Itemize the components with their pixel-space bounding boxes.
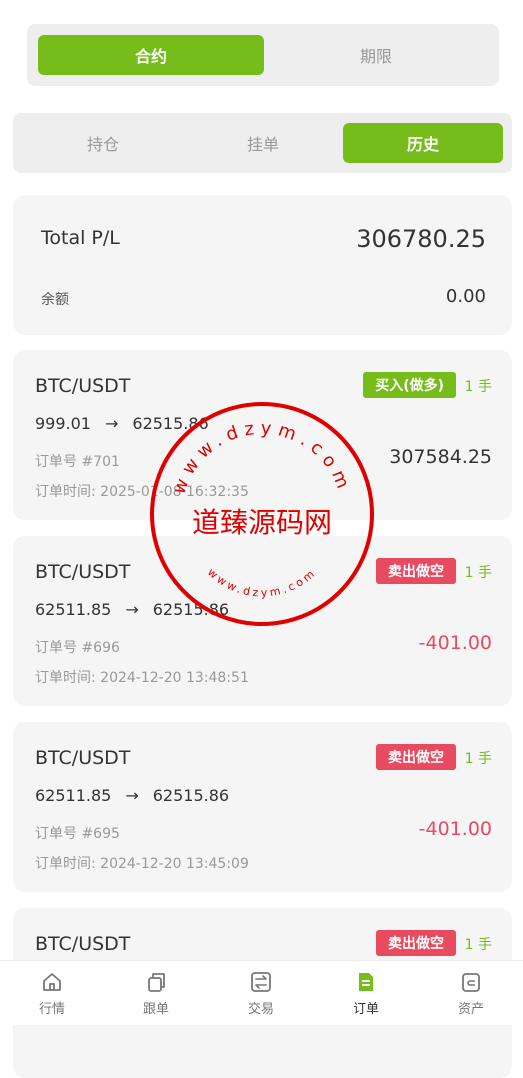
order-pair: BTC/USDT: [35, 561, 131, 583]
order-qty: 1 手: [464, 379, 492, 395]
side-badge: 卖出做空: [376, 930, 456, 956]
order-status-switch: 持仓 挂单 历史: [13, 113, 512, 173]
nav-label: 订单: [352, 1002, 379, 1017]
order-number: 订单号 #695: [35, 826, 120, 842]
order-card[interactable]: BTC/USDT 卖出做空 1 手 62511.85 → 62515.86 订单号 …: [13, 536, 512, 706]
order-pair: BTC/USDT: [35, 375, 131, 397]
order-pair: BTC/USDT: [35, 933, 131, 955]
order-number: 订单号 #701: [35, 454, 120, 470]
order-prices: 999.01 → 62515.86: [35, 414, 209, 433]
bottom-nav: 行情 跟单 交易 订单 资产: [0, 960, 523, 1025]
arrow-right-icon: →: [125, 600, 139, 619]
total-pl-value: 306780.25: [356, 225, 486, 253]
contract-type-switch: 合约 期限: [27, 24, 499, 86]
order-qty: 1 手: [464, 937, 492, 953]
order-pl: 307584.25: [389, 446, 492, 468]
wallet-icon: [462, 973, 480, 992]
order-pl: -401.00: [418, 632, 492, 654]
side-badge: 卖出做空: [376, 558, 456, 584]
order-time: 订单时间: 2025-01-08 16:32:35: [35, 484, 249, 500]
close-price: 62515.86: [132, 414, 209, 433]
tab-history[interactable]: 历史: [343, 123, 503, 163]
nav-label: 交易: [247, 1002, 274, 1017]
arrow-right-icon: →: [104, 414, 119, 433]
open-price: 62511.85: [35, 600, 112, 619]
tab-contract[interactable]: 合约: [38, 35, 264, 75]
order-icon: [359, 973, 373, 991]
copy-icon: [148, 973, 165, 992]
order-time: 订单时间: 2024-12-20 13:45:09: [35, 856, 249, 872]
nav-trade[interactable]: 交易: [209, 961, 313, 1025]
close-price: 62515.86: [152, 600, 230, 619]
close-price: 62515.86: [152, 786, 230, 805]
side-badge: 卖出做空: [376, 744, 456, 770]
nav-label: 资产: [457, 1002, 484, 1017]
order-number: 订单号 #696: [35, 640, 120, 656]
tab-positions[interactable]: 持仓: [23, 123, 183, 163]
exchange-icon: [251, 972, 271, 992]
open-price: 62511.85: [35, 786, 112, 805]
order-qty: 1 手: [464, 565, 492, 581]
open-price: 999.01: [35, 414, 91, 433]
order-card[interactable]: BTC/USDT 买入(做多) 1 手 999.01 → 62515.86 订单号 …: [13, 350, 512, 520]
order-time: 订单时间: 2024-12-20 13:48:51: [35, 670, 249, 686]
tab-pending[interactable]: 挂单: [183, 123, 343, 163]
nav-label: 行情: [38, 1002, 65, 1017]
nav-orders[interactable]: 订单: [314, 961, 418, 1025]
arrow-right-icon: →: [125, 786, 139, 805]
tab-term[interactable]: 期限: [263, 35, 489, 75]
pl-summary-card: Total P/L 306780.25 余额 0.00: [13, 195, 512, 335]
home-icon: [43, 973, 61, 991]
nav-copy-trade[interactable]: 跟单: [104, 961, 208, 1025]
nav-label: 跟单: [142, 1002, 169, 1017]
nav-assets[interactable]: 资产: [419, 961, 523, 1025]
nav-market[interactable]: 行情: [0, 961, 104, 1025]
order-card[interactable]: BTC/USDT 卖出做空 1 手 62511.85 → 62515.86 订单号 …: [13, 722, 512, 892]
total-pl-label: Total P/L: [41, 227, 120, 249]
side-badge: 买入(做多): [363, 372, 456, 398]
balance-value: 0.00: [445, 286, 486, 307]
order-pl: -401.00: [418, 818, 492, 840]
order-prices: 62511.85 → 62515.86: [35, 600, 229, 619]
order-qty: 1 手: [464, 751, 492, 767]
order-prices: 62511.85 → 62515.86: [35, 786, 229, 805]
balance-label: 余额: [41, 292, 69, 308]
order-pair: BTC/USDT: [35, 747, 131, 769]
